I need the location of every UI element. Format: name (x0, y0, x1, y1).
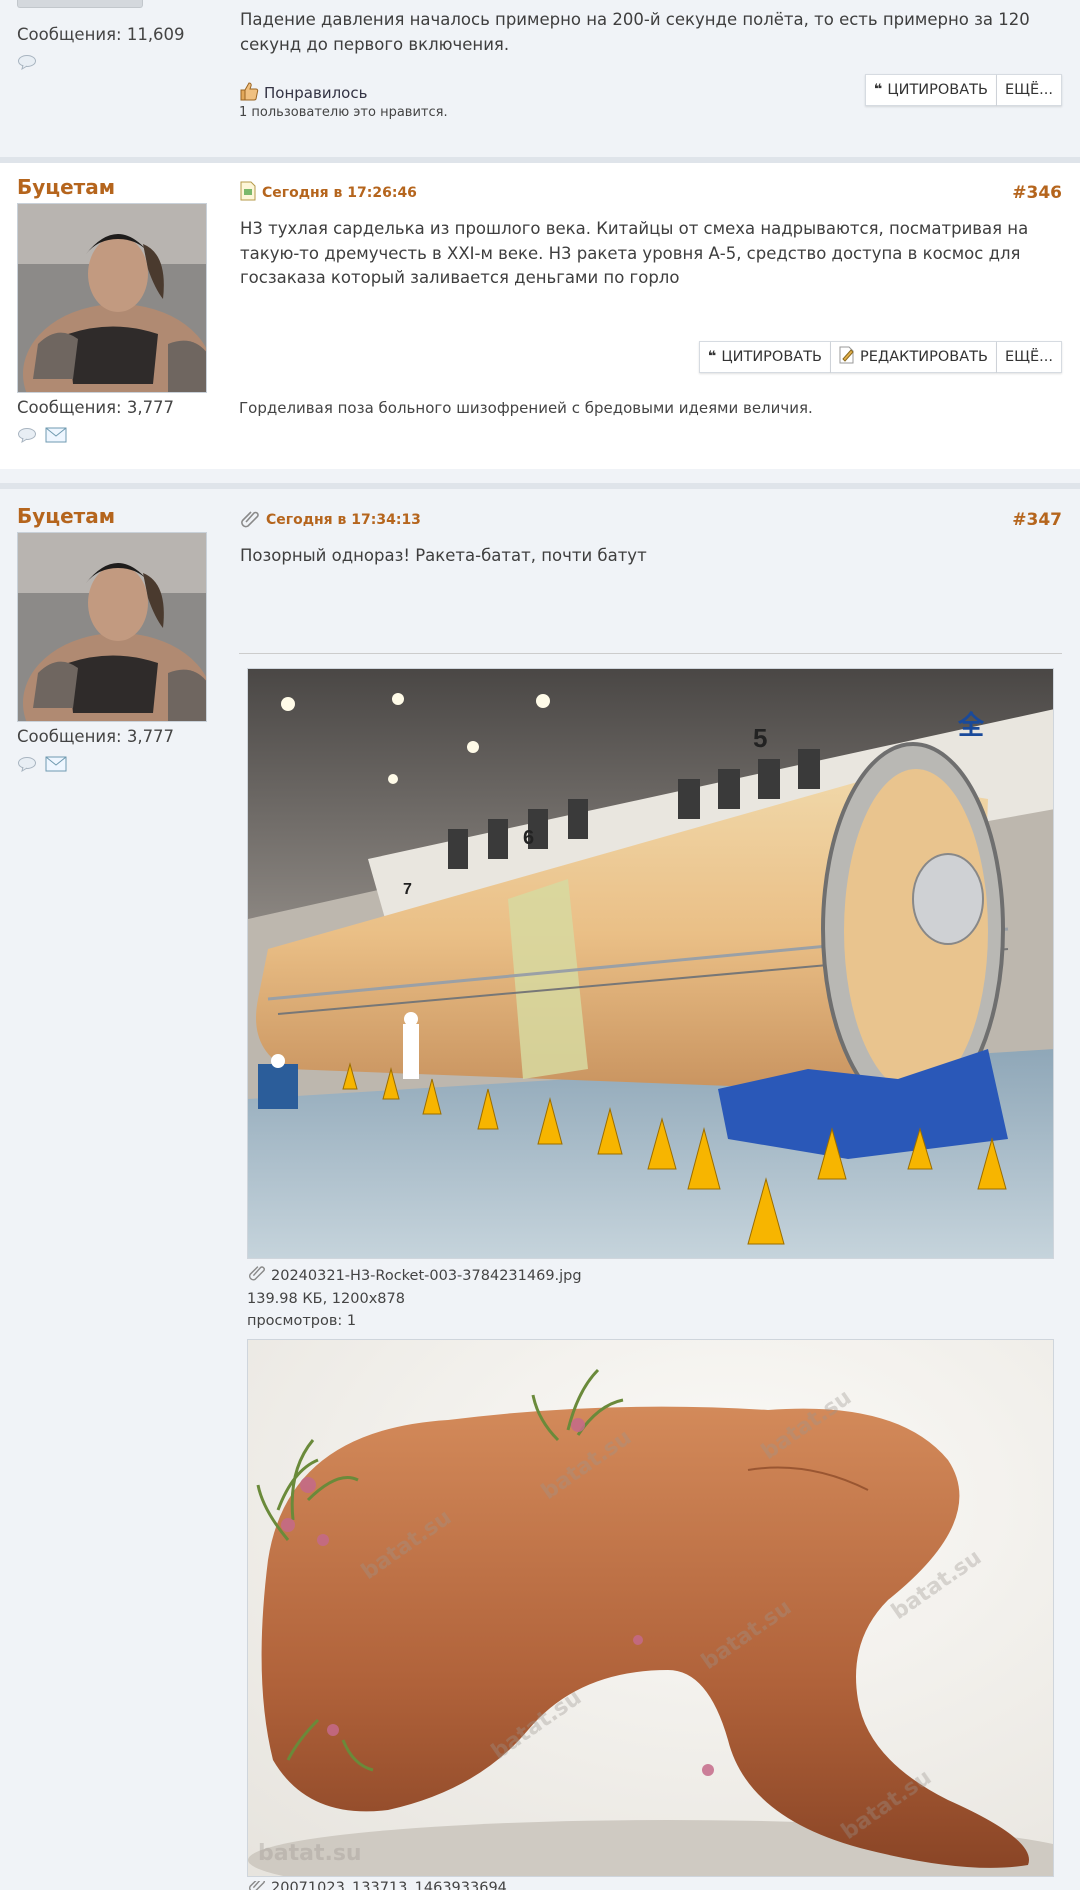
post-347: Буцетам Сообщения: 3,777 Сегодня в 17:34… (0, 489, 1080, 1890)
post-number[interactable]: #347 (1012, 510, 1062, 530)
post-date[interactable]: Сегодня в 17:34:13 (266, 512, 421, 528)
message-count: Сообщения: 11,609 (17, 25, 185, 44)
quote-icon: ❝ (873, 82, 883, 98)
quote-icon: ❝ (707, 349, 717, 365)
paperclip-icon (247, 1263, 267, 1288)
like-label[interactable]: Понравилось (264, 84, 367, 102)
post-body: Н3 тухлая сарделька из прошлого века. Ки… (240, 219, 1029, 287)
post-346: Буцетам Сообщения: 3,777 Сегодня в 17:26… (0, 163, 1080, 469)
edit-icon (839, 346, 855, 368)
attachment-image-rocket[interactable]: 5 6 7 全 (247, 668, 1054, 1259)
attachment-size: 139.98 КБ, 1200x878 (247, 1291, 405, 1307)
quote-button[interactable]: ❝ ЦИТИРОВАТЬ (698, 341, 831, 373)
post-previous: Сообщения: 11,609 Падение давления начал… (0, 0, 1080, 144)
post-icon (240, 181, 256, 205)
watermark-text: batat.su (258, 1841, 362, 1866)
post-number[interactable]: #346 (1012, 183, 1062, 203)
scroll-stub (17, 0, 143, 8)
speech-bubble-icon[interactable] (17, 54, 37, 74)
avatar[interactable] (17, 203, 207, 393)
message-count: Сообщения: 3,777 (17, 727, 175, 746)
divider (239, 653, 1062, 654)
attachment-filename[interactable]: 20071023_133713_1463933694... (271, 1881, 521, 1890)
paperclip-icon (247, 1881, 267, 1890)
post-date[interactable]: Сегодня в 17:26:46 (262, 185, 417, 201)
more-button[interactable]: ЕЩЁ... (996, 74, 1062, 106)
speech-bubble-icon[interactable] (17, 427, 37, 447)
envelope-icon[interactable] (45, 756, 67, 776)
attachment-views: просмотров: 1 (247, 1313, 357, 1329)
post-body: Падение давления началось примерно на 20… (240, 10, 1030, 54)
signature: Горделивая поза больного шизофренией с б… (239, 399, 813, 417)
message-count: Сообщения: 3,777 (17, 398, 175, 417)
attachment-filename[interactable]: 20240321-H3-Rocket-003-3784231469.jpg (271, 1265, 582, 1287)
attachment-image-sweet-potato[interactable]: batat.su batat.su batat.su batat.su bata… (247, 1339, 1054, 1877)
marking-kanji: 全 (957, 710, 985, 741)
marking-6: 6 (523, 827, 534, 849)
likes-text: 1 пользователю это нравится. (239, 105, 448, 120)
more-button[interactable]: ЕЩЁ... (996, 341, 1062, 373)
poster-name[interactable]: Буцетам (17, 175, 207, 199)
paperclip-icon (240, 508, 260, 532)
avatar[interactable] (17, 532, 207, 722)
post-body: Позорный однораз! Ракета-батат, почти ба… (240, 546, 647, 565)
edit-button[interactable]: РЕДАКТИРОВАТЬ (831, 341, 997, 373)
quote-button[interactable]: ❝ ЦИТИРОВАТЬ (864, 74, 997, 106)
envelope-icon[interactable] (45, 427, 67, 447)
poster-name[interactable]: Буцетам (17, 504, 207, 528)
marking-5: 5 (753, 723, 767, 753)
marking-7: 7 (403, 881, 412, 898)
speech-bubble-icon[interactable] (17, 756, 37, 776)
thumbs-up-icon[interactable] (238, 80, 260, 106)
